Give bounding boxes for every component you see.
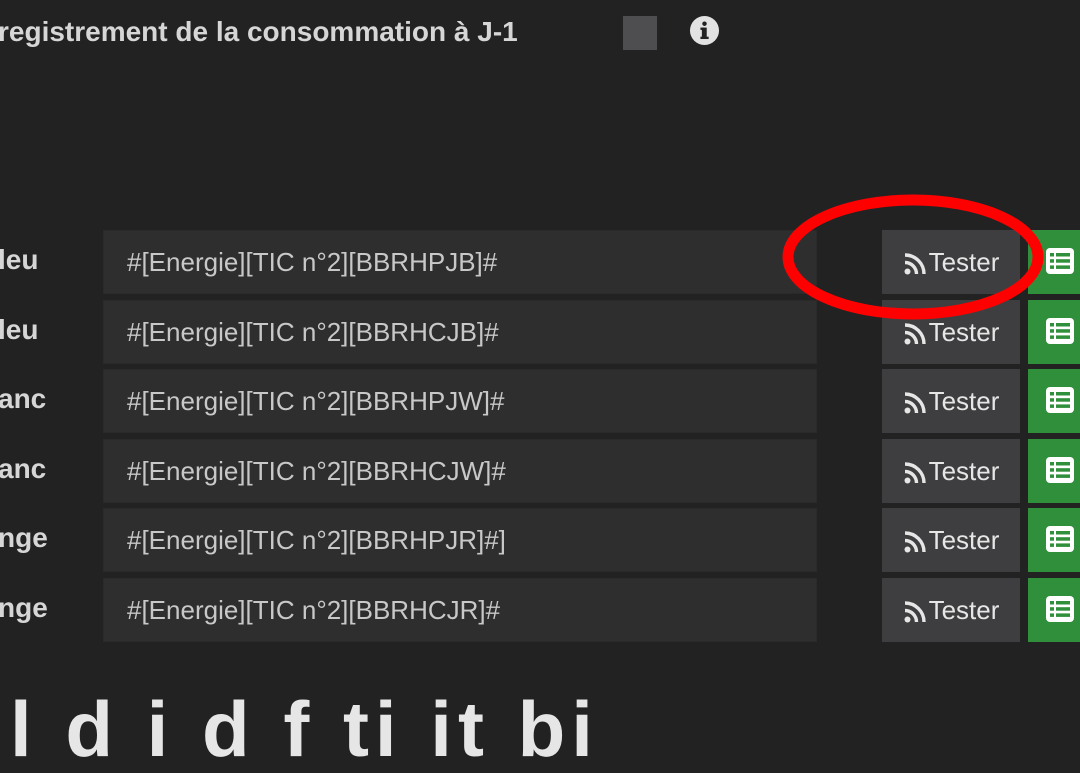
rss-icon <box>904 322 926 344</box>
command-value-input[interactable] <box>103 369 817 433</box>
command-row-label: nge <box>0 592 48 623</box>
test-button-label: Tester <box>928 316 1000 347</box>
command-value-input[interactable] <box>103 300 817 364</box>
command-value-input[interactable] <box>103 578 817 642</box>
test-button[interactable]: Tester <box>882 578 1020 642</box>
command-row: anc Tester <box>0 369 1080 433</box>
list-button[interactable] <box>1028 508 1080 572</box>
rss-icon <box>904 461 926 483</box>
section-heading-partial: l d i d f ti it bi <box>10 685 599 773</box>
history-setting-row: registrement de la consommation à J-1 <box>0 10 518 54</box>
list-icon <box>1046 318 1074 344</box>
command-value-input[interactable] <box>103 230 817 294</box>
list-button[interactable] <box>1028 439 1080 503</box>
test-button-label: Tester <box>928 385 1000 416</box>
test-button-label: Tester <box>928 524 1000 555</box>
command-value-input[interactable] <box>103 508 817 572</box>
test-button-label: Tester <box>928 455 1000 486</box>
rss-icon <box>904 252 926 274</box>
info-circle-icon[interactable] <box>689 15 720 46</box>
list-button[interactable] <box>1028 230 1080 294</box>
list-button[interactable] <box>1028 578 1080 642</box>
command-row: leu Tester <box>0 300 1080 364</box>
list-icon <box>1046 596 1074 622</box>
test-button[interactable]: Tester <box>882 369 1020 433</box>
command-row: nge Tester <box>0 508 1080 572</box>
test-button-label: Tester <box>928 594 1000 625</box>
test-button[interactable]: Tester <box>882 300 1020 364</box>
command-value-input[interactable] <box>103 439 817 503</box>
test-button[interactable]: Tester <box>882 230 1020 294</box>
history-setting-label: registrement de la consommation à J-1 <box>0 16 518 47</box>
test-button[interactable]: Tester <box>882 508 1020 572</box>
test-button[interactable]: Tester <box>882 439 1020 503</box>
list-icon <box>1046 248 1074 274</box>
test-button-label: Tester <box>928 246 1000 277</box>
command-row-label: nge <box>0 522 48 553</box>
rss-icon <box>904 600 926 622</box>
command-row-label: leu <box>0 314 39 345</box>
list-icon <box>1046 526 1074 552</box>
list-button[interactable] <box>1028 369 1080 433</box>
command-row: nge Tester <box>0 578 1080 642</box>
rss-icon <box>904 530 926 552</box>
command-row-label: anc <box>0 453 47 484</box>
command-row: leu Tester <box>0 230 1080 294</box>
list-icon <box>1046 387 1074 413</box>
command-row-label: leu <box>0 244 39 275</box>
list-button[interactable] <box>1028 300 1080 364</box>
command-row: anc Tester <box>0 439 1080 503</box>
command-row-label: anc <box>0 383 47 414</box>
history-setting-checkbox[interactable] <box>623 16 657 50</box>
rss-icon <box>904 391 926 413</box>
list-icon <box>1046 457 1074 483</box>
